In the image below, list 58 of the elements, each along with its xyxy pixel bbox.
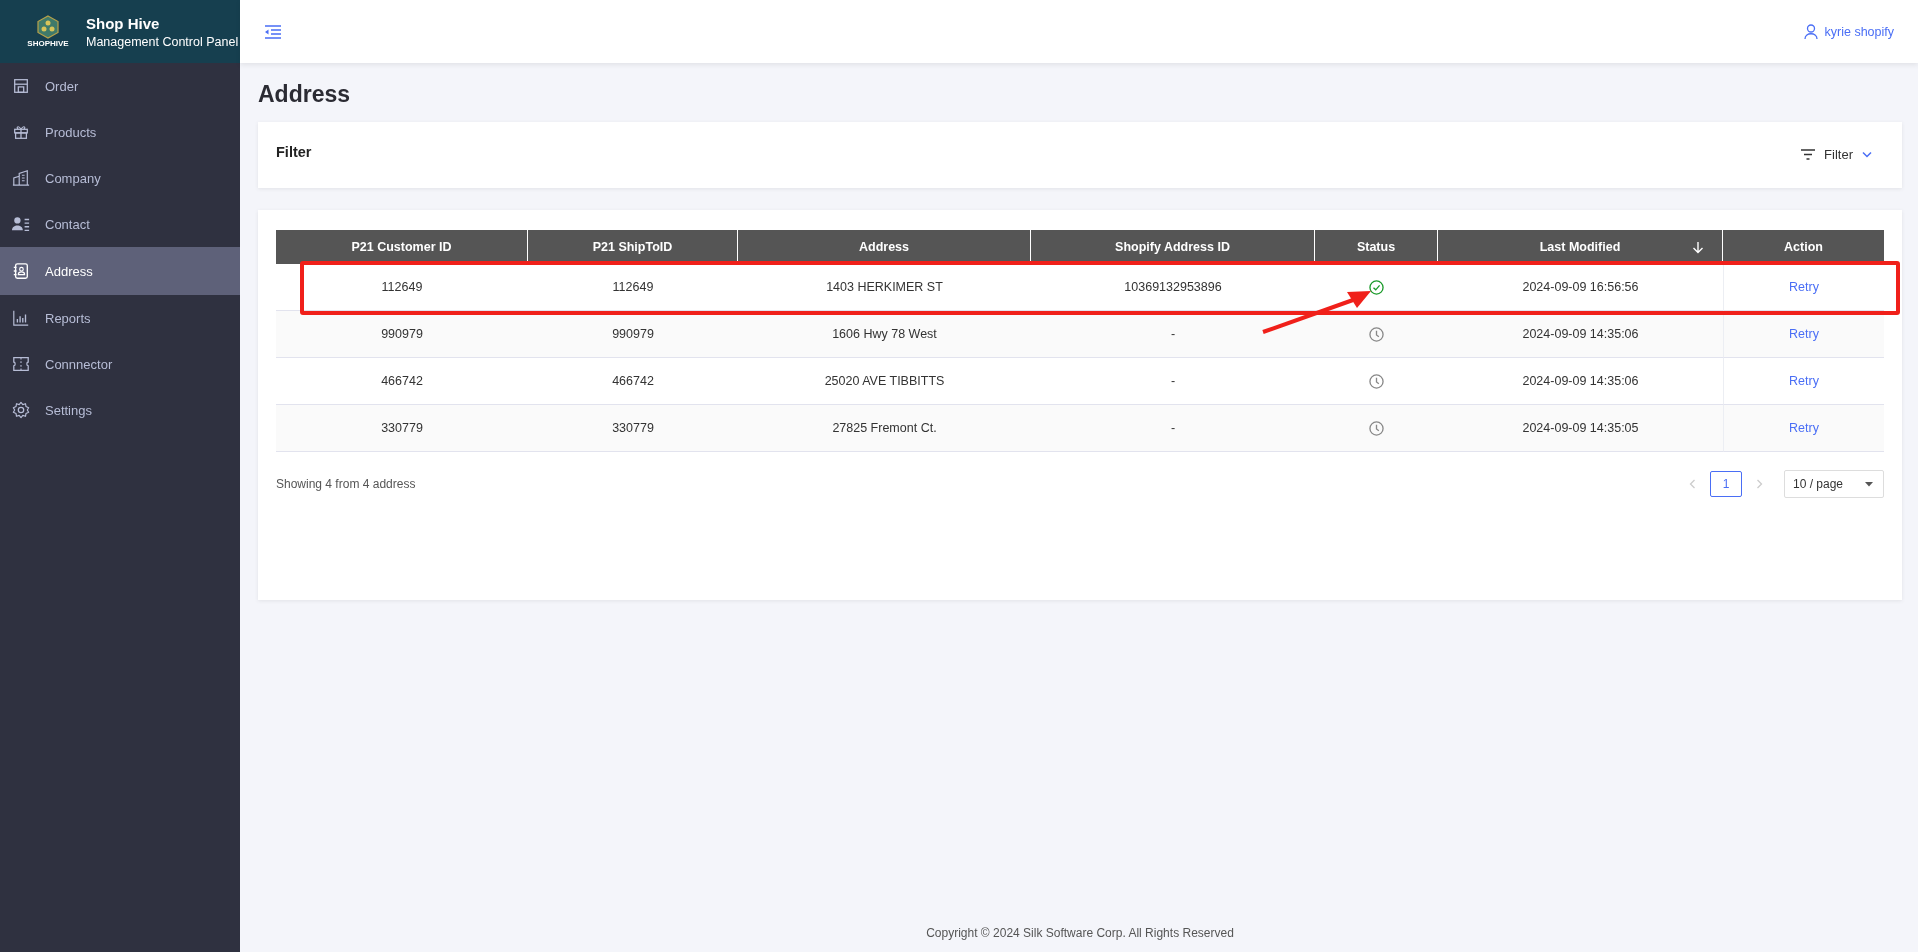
filter-button[interactable]: Filter — [1801, 147, 1872, 162]
column-header: Address — [738, 230, 1031, 264]
page-button[interactable]: 1 — [1710, 471, 1742, 497]
sidebar-item[interactable]: Contact — [0, 201, 240, 247]
sidebar-item[interactable]: Address — [0, 247, 240, 295]
column-header: P21 Customer ID — [276, 230, 528, 264]
page-title: Address — [258, 81, 352, 108]
page-size-select[interactable]: 10 / page — [1784, 470, 1884, 498]
address-book-icon — [12, 262, 30, 280]
sidebar-item[interactable]: Connnector — [0, 341, 240, 387]
sidebar-item[interactable]: Products — [0, 109, 240, 155]
store-icon — [12, 77, 30, 95]
user-menu[interactable]: kyrie shopify — [1803, 24, 1894, 39]
settings-icon — [12, 401, 30, 419]
sort-down-icon[interactable] — [1692, 241, 1704, 254]
table-cell: 1403 HERKIMER ST — [738, 264, 1031, 311]
column-header: Status — [1315, 230, 1438, 264]
app-subtitle: Management Control Panel — [86, 34, 239, 49]
previous-page-icon[interactable] — [1688, 479, 1698, 489]
table-cell: 990979 — [276, 311, 528, 358]
table-cell: - — [1031, 405, 1315, 452]
copyright-text: Copyright © 2024 Silk Software Corp. All Rights Reserved — [925, 926, 1235, 942]
dropdown-caret-icon — [1865, 481, 1873, 487]
table-cell: 330779 — [276, 405, 528, 452]
filter-title: Filter — [276, 144, 312, 160]
table-cell: 27825 Fremont Ct. — [738, 405, 1031, 452]
contact-card-icon — [12, 215, 30, 233]
bar-chart-icon — [12, 309, 30, 327]
app-name: Shop Hive — [86, 14, 161, 32]
table-cell: 330779 — [528, 405, 738, 452]
table-cell: 112649 — [276, 264, 528, 311]
next-page-icon[interactable] — [1754, 479, 1764, 489]
column-header: Shopify Address ID — [1031, 230, 1315, 264]
table-cell: 112649 — [528, 264, 738, 311]
retry-link[interactable]: Retry — [1783, 279, 1825, 295]
collapse-menu-icon[interactable] — [264, 24, 282, 39]
sidebar-item[interactable]: Reports — [0, 295, 240, 341]
table-cell: 2024-09-09 14:35:05 — [1438, 405, 1723, 452]
chevron-down-icon — [1862, 151, 1872, 158]
user-icon — [1803, 24, 1818, 39]
retry-link[interactable]: Retry — [1783, 373, 1825, 389]
sidebar-item[interactable]: Order — [0, 63, 240, 109]
sidebar-item[interactable]: Company — [0, 155, 240, 201]
column-header: P21 ShipToID — [528, 230, 738, 264]
sidebar-item[interactable]: Settings — [0, 387, 240, 433]
filter-icon — [1801, 149, 1816, 160]
result-summary: Showing 4 from 4 address — [276, 477, 416, 491]
building-icon — [12, 169, 30, 187]
gift-icon — [12, 123, 30, 141]
logo-text: SHOPHIVE — [27, 39, 69, 48]
retry-link[interactable]: Retry — [1783, 326, 1825, 342]
column-header[interactable]: Last Modified — [1438, 230, 1723, 264]
table-cell: 2024-09-09 16:56:56 — [1438, 264, 1723, 311]
table-cell: 10369132953896 — [1031, 264, 1315, 311]
hexagon-logo-icon — [37, 15, 59, 39]
retry-link[interactable]: Retry — [1783, 420, 1825, 436]
column-header: Action — [1723, 230, 1884, 264]
ticket-icon — [12, 355, 30, 373]
